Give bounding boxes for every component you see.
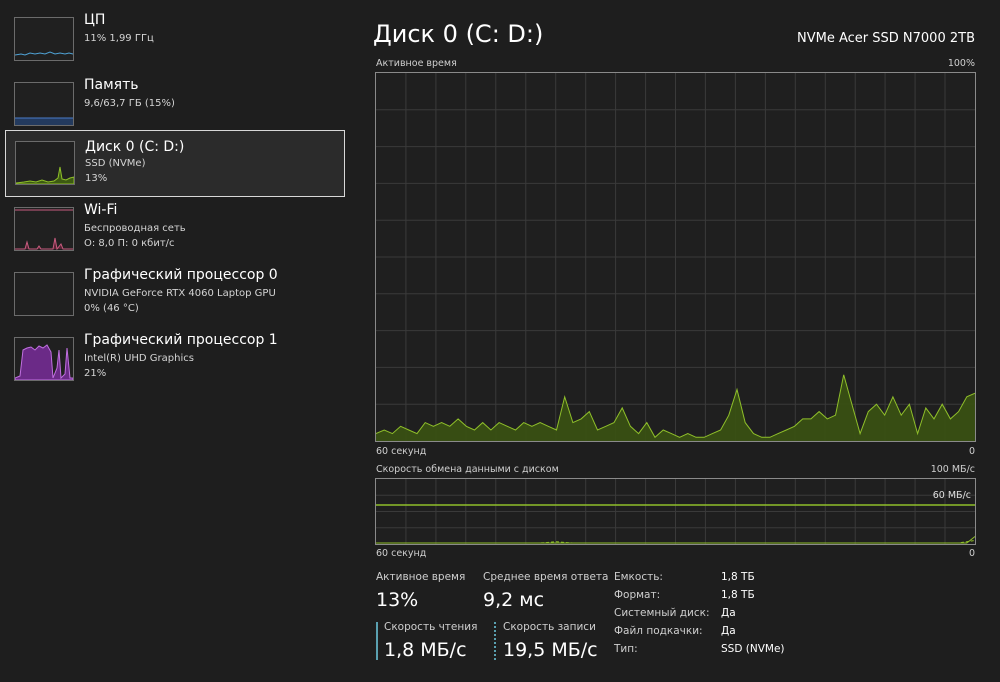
write-speed-marker: [494, 622, 496, 660]
response-time-label: Среднее время ответа: [483, 571, 609, 583]
write-speed-value: 19,5 МБ/с: [503, 639, 598, 661]
sidebar-item-title: Память: [84, 77, 139, 93]
transfer-chart-label: Скорость обмена данными с диском: [376, 464, 559, 475]
disk-thumbnail: [15, 141, 75, 185]
sidebar-item-cpu[interactable]: ЦП 11% 1,99 ГГц: [5, 10, 345, 73]
write-speed-label: Скорость записи: [503, 621, 596, 633]
sidebar-item-title: Диск 0 (C: D:): [85, 139, 185, 155]
active-chart-time-label: 60 секунд: [376, 446, 427, 457]
system-disk-label: Системный диск:: [614, 607, 710, 619]
system-disk-value: Да: [721, 607, 736, 619]
active-time-chart: [375, 72, 976, 442]
sidebar-item-detail: Беспроводная сеть: [84, 223, 186, 234]
format-value: 1,8 ТБ: [721, 589, 755, 601]
wifi-thumbnail: [14, 207, 74, 251]
memory-thumbnail: [14, 82, 74, 126]
sidebar-item-value: 0% (46 °C): [84, 303, 139, 314]
sidebar-item-title: ЦП: [84, 12, 106, 28]
cpu-thumbnail: [14, 17, 74, 61]
active-chart-max-label: 100%: [947, 58, 975, 69]
sidebar-item-memory[interactable]: Память 9,6/63,7 ГБ (15%): [5, 75, 345, 138]
sidebar-item-detail: 9,6/63,7 ГБ (15%): [84, 98, 175, 109]
page-title: Диск 0 (C: D:): [373, 20, 544, 48]
sidebar-item-detail: NVIDIA GeForce RTX 4060 Laptop GPU: [84, 288, 276, 299]
sidebar-item-disk-0[interactable]: Диск 0 (C: D:) SSD (NVMe) 13%: [5, 130, 345, 197]
format-label: Формат:: [614, 589, 661, 601]
transfer-chart-time-label: 60 секунд: [376, 548, 427, 559]
active-chart-label: Активное время: [376, 58, 457, 69]
sidebar-item-wifi[interactable]: Wi-Fi Беспроводная сеть О: 8,0 П: 0 кбит…: [5, 200, 345, 263]
sidebar-item-detail: 11% 1,99 ГГц: [84, 33, 154, 44]
sidebar-item-value: 13%: [85, 173, 108, 184]
sidebar-item-title: Графический процессор 1: [84, 332, 278, 348]
type-label: Тип:: [614, 643, 638, 655]
read-speed-value: 1,8 МБ/с: [384, 639, 467, 661]
sidebar: ЦП 11% 1,99 ГГц Память 9,6/63,7 ГБ (15%)…: [0, 0, 355, 682]
sidebar-item-title: Графический процессор 0: [84, 267, 278, 283]
active-time-value: 13%: [376, 589, 419, 611]
transfer-chart-max-label: 100 МБ/с: [930, 464, 975, 475]
capacity-label: Емкость:: [614, 571, 663, 583]
read-speed-marker: [376, 622, 378, 660]
disk-model: NVMe Acer SSD N7000 2TB: [797, 31, 975, 46]
gpu-1-thumbnail: [14, 337, 74, 381]
active-time-label: Активное время: [376, 571, 466, 583]
sidebar-item-detail: SSD (NVMe): [85, 158, 146, 169]
read-speed-label: Скорость чтения: [384, 621, 478, 633]
sidebar-item-title: Wi-Fi: [84, 202, 118, 218]
transfer-chart-ref-label: 60 МБ/с: [932, 490, 971, 501]
sidebar-item-gpu-0[interactable]: Графический процессор 0 NVIDIA GeForce R…: [5, 265, 345, 328]
active-chart-min-label: 0: [968, 446, 975, 457]
sidebar-item-value: О: 8,0 П: 0 кбит/с: [84, 238, 175, 249]
transfer-chart-min-label: 0: [968, 548, 975, 559]
gpu-0-thumbnail: [14, 272, 74, 316]
response-time-value: 9,2 мс: [483, 589, 545, 611]
type-value: SSD (NVMe): [721, 643, 785, 655]
page-file-value: Да: [721, 625, 736, 637]
page-file-label: Файл подкачки:: [614, 625, 703, 637]
sidebar-item-gpu-1[interactable]: Графический процессор 1 Intel(R) UHD Gra…: [5, 330, 345, 393]
sidebar-item-value: 21%: [84, 368, 107, 379]
capacity-value: 1,8 ТБ: [721, 571, 755, 583]
transfer-rate-chart: 60 МБ/с: [375, 478, 976, 545]
sidebar-item-detail: Intel(R) UHD Graphics: [84, 353, 194, 364]
